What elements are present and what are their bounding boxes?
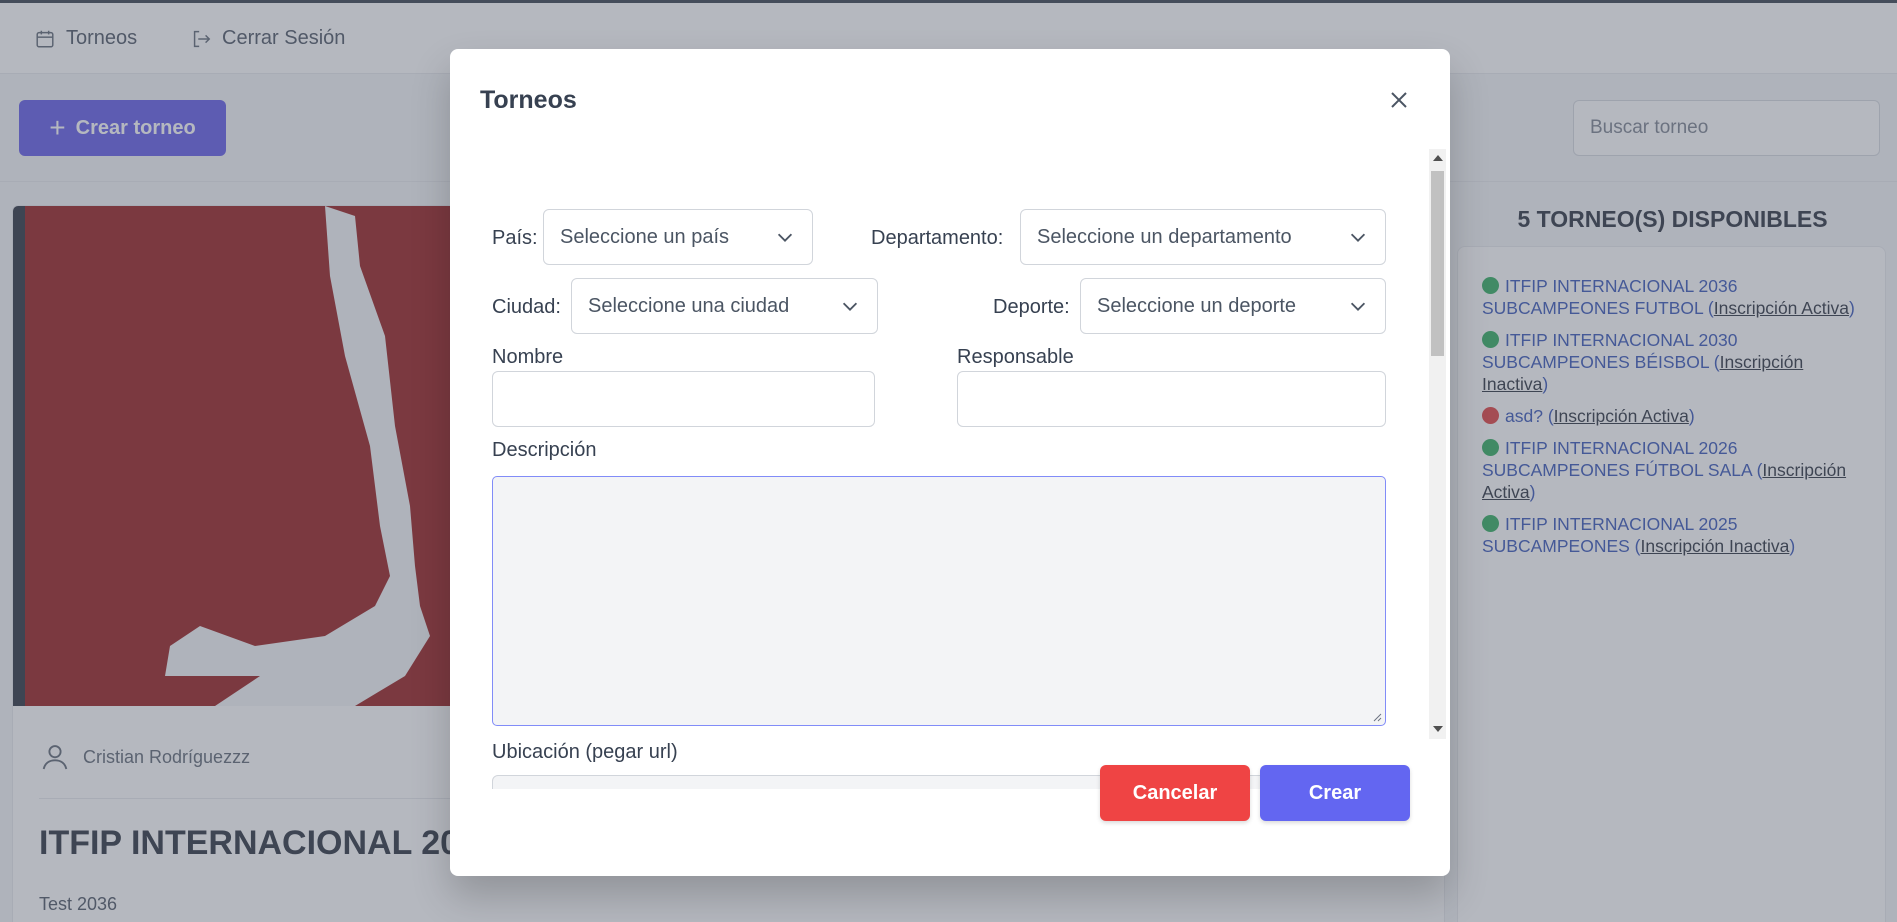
- resize-handle-icon[interactable]: [1372, 712, 1382, 722]
- close-icon: [1391, 92, 1407, 108]
- pais-select[interactable]: Seleccione un país: [543, 209, 813, 265]
- ciudad-select[interactable]: Seleccione una ciudad: [571, 278, 878, 334]
- scroll-up-arrow-icon[interactable]: [1433, 155, 1443, 161]
- ubicacion-input[interactable]: [492, 775, 1386, 789]
- ciudad-select-value: Seleccione una ciudad: [588, 294, 790, 317]
- modal-title: Torneos: [480, 86, 577, 114]
- nombre-input[interactable]: [492, 371, 875, 427]
- create-button[interactable]: Crear: [1260, 765, 1410, 821]
- pais-label: País:: [492, 227, 538, 249]
- chevron-down-icon: [1350, 233, 1366, 242]
- chevron-down-icon: [842, 302, 858, 311]
- responsable-label: Responsable: [957, 346, 1074, 368]
- nombre-label: Nombre: [492, 346, 564, 368]
- departamento-select[interactable]: Seleccione un departamento: [1020, 209, 1386, 265]
- close-button[interactable]: [1386, 87, 1412, 113]
- scrollbar-thumb[interactable]: [1431, 171, 1444, 356]
- ciudad-label: Ciudad:: [492, 296, 561, 318]
- deporte-select[interactable]: Seleccione un deporte: [1080, 278, 1386, 334]
- departamento-label: Departamento:: [871, 227, 1004, 249]
- descripcion-textarea[interactable]: [492, 476, 1386, 726]
- departamento-select-value: Seleccione un departamento: [1037, 225, 1292, 248]
- deporte-select-value: Seleccione un deporte: [1097, 294, 1297, 317]
- ubicacion-label: Ubicación (pegar url): [492, 741, 678, 763]
- cancel-button[interactable]: Cancelar: [1100, 765, 1250, 821]
- scroll-down-arrow-icon[interactable]: [1433, 726, 1443, 732]
- descripcion-label: Descripción: [492, 439, 597, 461]
- chevron-down-icon: [777, 233, 793, 242]
- deporte-label: Deporte:: [993, 296, 1070, 318]
- pais-select-value: Seleccione un país: [560, 225, 730, 248]
- chevron-down-icon: [1350, 302, 1366, 311]
- responsable-input[interactable]: [957, 371, 1386, 427]
- modal-form: País: Seleccione un país Departamento: S…: [450, 149, 1450, 789]
- create-tournament-modal: Torneos País: Seleccione un país Departa…: [450, 49, 1450, 876]
